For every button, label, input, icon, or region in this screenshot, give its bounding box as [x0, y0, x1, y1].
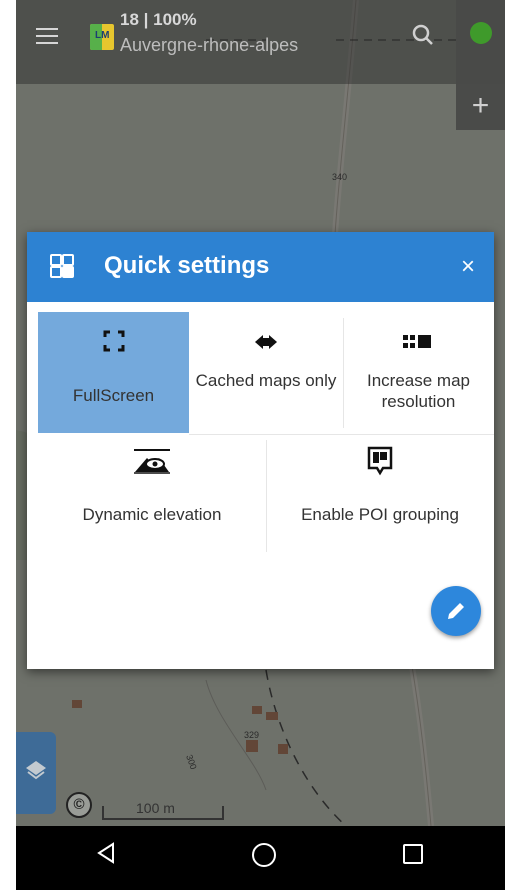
divider — [189, 434, 494, 435]
tile-fullscreen[interactable]: FullScreen — [38, 312, 189, 433]
region-name[interactable]: Auvergne-rhone-alpes — [120, 35, 298, 56]
tile-poi-grouping[interactable]: Enable POI grouping — [266, 436, 494, 552]
fullscreen-icon — [103, 330, 124, 352]
tile-label: FullScreen — [72, 386, 155, 405]
map-layers-button[interactable] — [16, 732, 56, 814]
top-bar: LM 18 | 100% Auvergne-rhone-alpes — [16, 0, 505, 84]
tile-dynamic-elevation[interactable]: Dynamic elevation — [38, 436, 266, 552]
poi-grouping-icon — [367, 446, 393, 476]
tile-map-resolution[interactable]: Increase map resolution — [343, 312, 494, 433]
cached-maps-icon — [255, 335, 277, 349]
map-resolution-icon — [402, 335, 431, 348]
pencil-icon — [448, 603, 464, 619]
gps-status-icon[interactable] — [456, 0, 505, 84]
edit-button[interactable] — [431, 586, 481, 636]
scale-label: 100 m — [136, 800, 175, 816]
menu-icon[interactable] — [36, 28, 58, 44]
tile-label: Cached maps only — [195, 371, 337, 390]
recent-apps-icon[interactable] — [403, 844, 423, 864]
quick-settings-dialog: Quick settings × FullScreen Cached maps … — [27, 232, 494, 669]
locus-map-logo[interactable]: LM — [90, 24, 114, 50]
quick-settings-icon — [50, 254, 74, 278]
android-nav-bar — [16, 826, 505, 890]
layers-icon — [26, 761, 46, 780]
tile-label: Enable POI grouping — [301, 505, 459, 524]
back-icon[interactable] — [96, 842, 116, 864]
copyright-icon[interactable]: © — [66, 792, 92, 818]
dialog-header: Quick settings × — [27, 232, 494, 302]
tile-label: Increase map resolution — [367, 371, 470, 411]
tile-label: Dynamic elevation — [82, 505, 222, 524]
zoom-in-button[interactable]: + — [456, 84, 505, 130]
close-icon[interactable]: × — [461, 252, 491, 282]
home-icon[interactable] — [252, 843, 276, 867]
tile-cached-maps[interactable]: Cached maps only — [189, 312, 343, 433]
dialog-title: Quick settings — [104, 252, 270, 279]
app-screen: 340 329 300 LM 18 | 100% Auvergne-rhone-… — [16, 0, 505, 890]
dynamic-elevation-icon — [134, 449, 170, 474]
zoom-status: 18 | 100% — [120, 10, 197, 29]
search-icon[interactable] — [412, 24, 434, 46]
